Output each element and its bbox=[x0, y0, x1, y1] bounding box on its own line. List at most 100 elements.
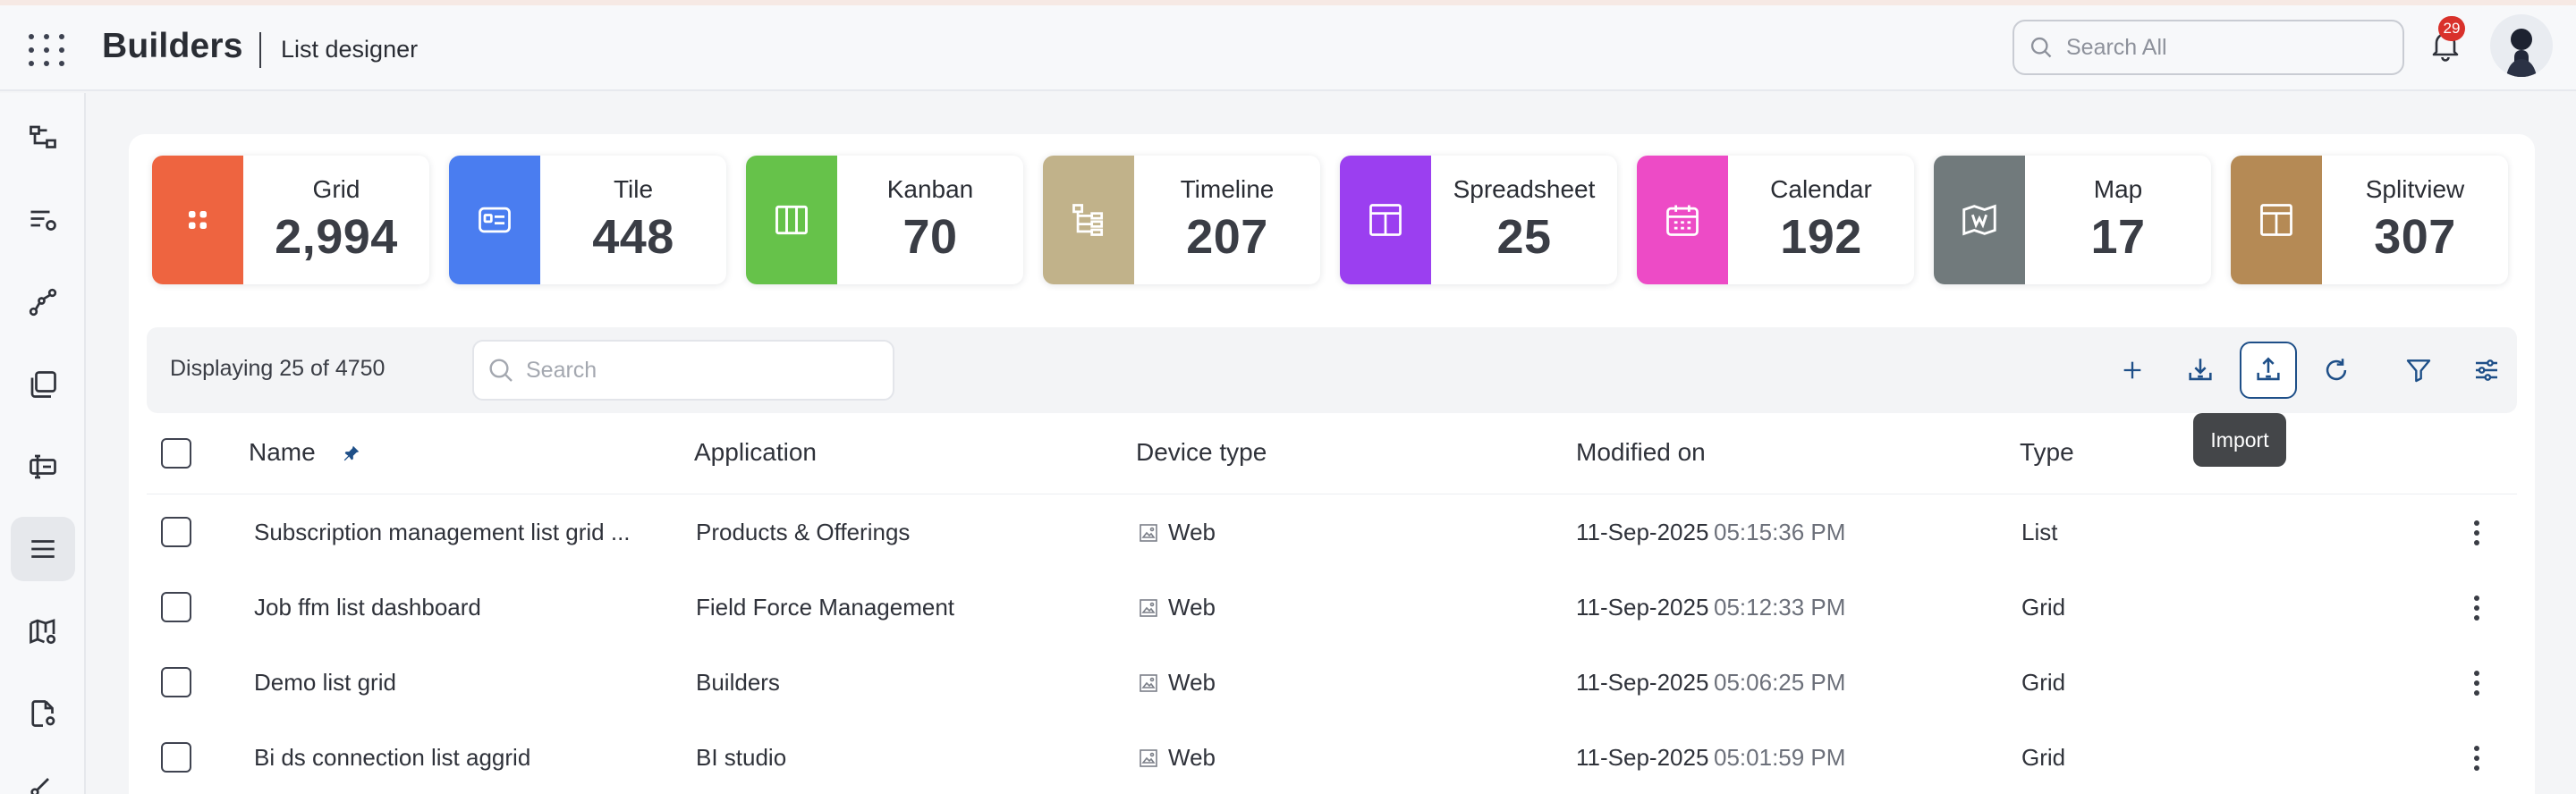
upload-icon bbox=[2257, 357, 2280, 381]
row-modified-date: 11-Sep-2025 bbox=[1576, 744, 1709, 771]
row-actions-kebab-icon[interactable] bbox=[2463, 740, 2490, 776]
stat-label: Calendar bbox=[1770, 175, 1872, 203]
row-checkbox[interactable] bbox=[161, 517, 191, 547]
stat-card-grid[interactable]: Grid 2,994 bbox=[152, 156, 429, 284]
refresh-button[interactable] bbox=[2308, 342, 2365, 399]
row-type: Grid bbox=[2021, 594, 2066, 621]
row-checkbox[interactable] bbox=[161, 742, 191, 773]
stat-card-calendar[interactable]: Calendar 192 bbox=[1637, 156, 1914, 284]
stat-card-timeline[interactable]: Timeline 207 bbox=[1043, 156, 1320, 284]
stat-value: 17 bbox=[2090, 210, 2146, 264]
avatar[interactable] bbox=[2490, 14, 2553, 77]
row-checkbox[interactable] bbox=[161, 592, 191, 622]
row-actions-kebab-icon[interactable] bbox=[2463, 665, 2490, 701]
search-icon bbox=[489, 359, 513, 382]
stat-value: 448 bbox=[592, 210, 674, 264]
grid-toolbar: Displaying 25 of 4750 Search bbox=[147, 327, 2517, 413]
column-header-name[interactable]: Name bbox=[249, 438, 316, 467]
select-all-checkbox[interactable] bbox=[161, 438, 191, 469]
sidebar-item-map-builder[interactable] bbox=[11, 599, 75, 663]
row-name[interactable]: Bi ds connection list aggrid bbox=[254, 744, 530, 772]
stat-card-kanban[interactable]: Kanban 70 bbox=[746, 156, 1023, 284]
stat-label: Splitview bbox=[2365, 175, 2465, 203]
row-application: Field Force Management bbox=[696, 594, 955, 621]
web-device-icon bbox=[1140, 524, 1157, 542]
app-launcher-icon[interactable] bbox=[21, 27, 64, 70]
stat-value: 2,994 bbox=[275, 210, 398, 264]
form-settings-icon bbox=[30, 210, 56, 231]
record-count: Displaying 25 of 4750 bbox=[170, 356, 386, 381]
timeline-tree-icon bbox=[1043, 156, 1134, 284]
row-modified-time: 05:06:25 PM bbox=[1714, 669, 1846, 696]
row-application: Products & Offerings bbox=[696, 519, 911, 545]
column-header-application[interactable]: Application bbox=[694, 438, 817, 467]
web-device-icon bbox=[1140, 674, 1157, 692]
row-actions-kebab-icon[interactable] bbox=[2463, 515, 2490, 551]
web-device-icon bbox=[1140, 749, 1157, 767]
sliders-icon bbox=[2476, 359, 2497, 381]
row-name[interactable]: Demo list grid bbox=[254, 669, 396, 697]
sidebar-item-form-fields[interactable] bbox=[11, 435, 75, 499]
stat-label: Tile bbox=[613, 175, 654, 203]
map-settings-icon bbox=[30, 619, 56, 645]
row-checkbox[interactable] bbox=[161, 667, 191, 697]
pin-icon[interactable] bbox=[342, 443, 361, 463]
sidebar-item-list-designer[interactable] bbox=[11, 517, 75, 581]
workflow-icon bbox=[30, 125, 56, 148]
page-subtitle: List designer bbox=[281, 36, 419, 63]
column-header-type[interactable]: Type bbox=[2020, 438, 2074, 467]
row-modified-date: 11-Sep-2025 bbox=[1576, 669, 1709, 696]
stat-value: 207 bbox=[1186, 210, 1268, 264]
notification-badge: 29 bbox=[2438, 16, 2465, 41]
sidebar-item-workflow[interactable] bbox=[11, 106, 75, 170]
sidebar-item-pages[interactable] bbox=[11, 352, 75, 417]
spreadsheet-icon bbox=[1340, 156, 1431, 284]
app-header: Builders List designer Search All bbox=[0, 5, 2576, 91]
stat-label: Spreadsheet bbox=[1453, 175, 1596, 203]
grid-search-placeholder: Search bbox=[526, 357, 597, 383]
row-actions-kebab-icon[interactable] bbox=[2463, 590, 2490, 626]
global-search-input[interactable]: Search All bbox=[2012, 20, 2404, 75]
sidebar-item-more[interactable] bbox=[11, 755, 75, 794]
grid-dots-icon bbox=[152, 156, 243, 284]
row-application: Builders bbox=[696, 669, 780, 696]
web-device-icon bbox=[1140, 599, 1157, 617]
sidebar-item-process[interactable] bbox=[11, 270, 75, 334]
brand-title: Builders bbox=[102, 27, 243, 65]
sidebar-item-doc-builder[interactable] bbox=[11, 681, 75, 746]
filter-button[interactable] bbox=[2390, 342, 2447, 399]
row-application: BI studio bbox=[696, 744, 787, 771]
refresh-icon bbox=[2326, 359, 2347, 381]
sidebar bbox=[0, 93, 86, 794]
stat-card-spreadsheet[interactable]: Spreadsheet 25 bbox=[1340, 156, 1617, 284]
stat-card-tile[interactable]: Tile 448 bbox=[449, 156, 726, 284]
row-name[interactable]: Subscription management list grid ... bbox=[254, 519, 631, 546]
row-type: Grid bbox=[2021, 744, 2066, 771]
import-button[interactable] bbox=[2240, 342, 2297, 399]
column-header-modified-on[interactable]: Modified on bbox=[1576, 438, 1706, 467]
row-modified-time: 05:12:33 PM bbox=[1714, 594, 1846, 621]
plus-icon bbox=[2123, 361, 2141, 379]
row-modified-date: 11-Sep-2025 bbox=[1576, 594, 1709, 621]
stat-card-splitview[interactable]: Splitview 307 bbox=[2231, 156, 2508, 284]
row-device-type: Web bbox=[1168, 594, 1216, 621]
title-divider bbox=[259, 32, 261, 68]
sidebar-item-form-builder[interactable] bbox=[11, 188, 75, 252]
add-button[interactable] bbox=[2104, 342, 2161, 399]
process-path-icon bbox=[29, 288, 57, 317]
row-name[interactable]: Job ffm list dashboard bbox=[254, 594, 481, 621]
export-button[interactable] bbox=[2172, 342, 2229, 399]
document-settings-icon bbox=[31, 700, 55, 727]
calendar-icon bbox=[1637, 156, 1728, 284]
grid-search-input[interactable]: Search bbox=[472, 340, 894, 401]
column-header-device-type[interactable]: Device type bbox=[1136, 438, 1267, 467]
kanban-columns-icon bbox=[746, 156, 837, 284]
stat-value: 70 bbox=[902, 210, 958, 264]
row-type: List bbox=[2021, 519, 2058, 545]
global-search-placeholder: Search All bbox=[2066, 34, 2167, 60]
column-settings-button[interactable] bbox=[2458, 342, 2515, 399]
stat-card-map[interactable]: Map 17 bbox=[1934, 156, 2211, 284]
row-type: Grid bbox=[2021, 669, 2066, 696]
row-modified-date: 11-Sep-2025 bbox=[1576, 519, 1709, 545]
stat-value: 25 bbox=[1496, 210, 1552, 264]
